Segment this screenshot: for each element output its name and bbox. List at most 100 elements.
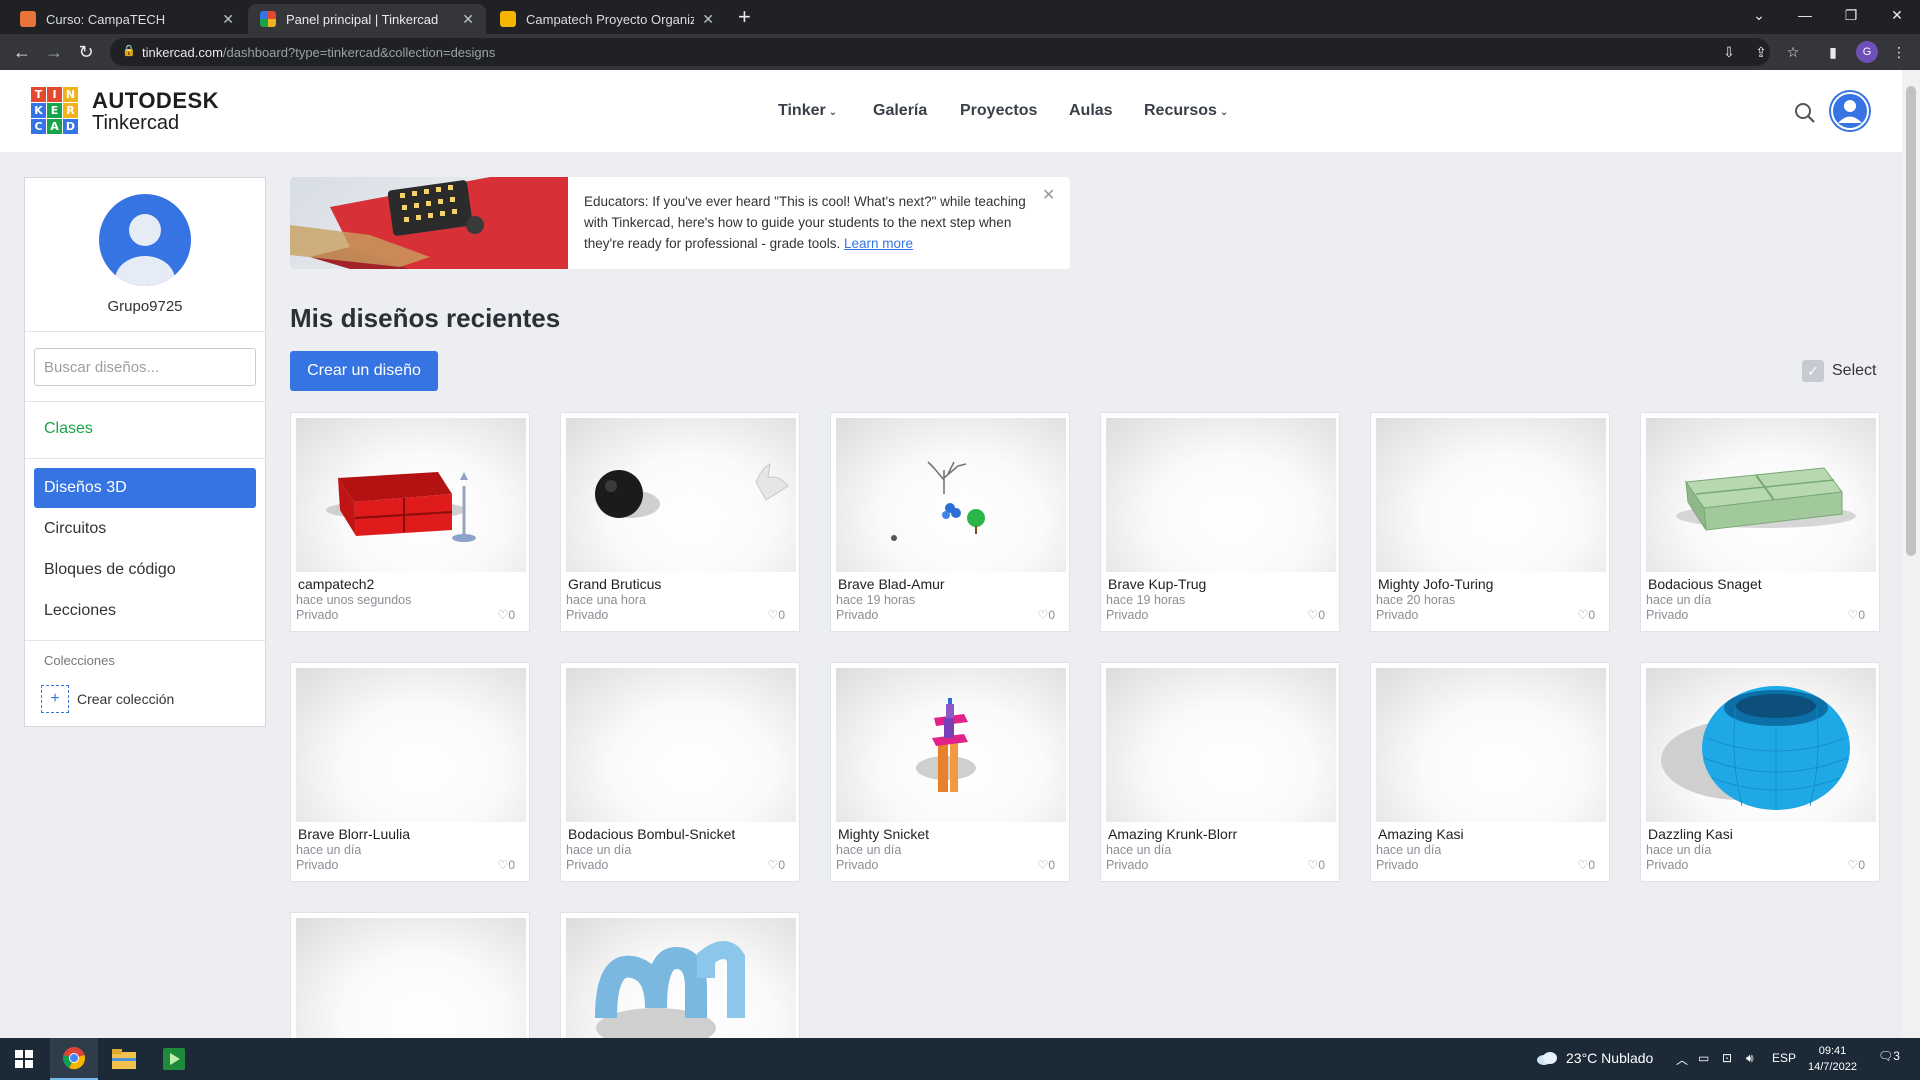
search-designs-input[interactable] (34, 348, 256, 386)
design-likes[interactable]: ♡0 (1308, 608, 1325, 622)
design-card[interactable]: Brave Blad-Amur hace 19 horas Privado ♡0 (830, 412, 1070, 632)
design-name[interactable]: Mighty Jofo-Turing (1378, 576, 1493, 592)
chrome-taskbar-icon[interactable] (50, 1038, 98, 1080)
nav-aulas[interactable]: Aulas (1069, 102, 1113, 120)
design-card[interactable]: Mighty Snicket hace un día Privado ♡0 (830, 662, 1070, 882)
side-panel-icon[interactable]: ▮ (1824, 43, 1842, 61)
design-likes[interactable]: ♡0 (1038, 858, 1055, 872)
design-thumbnail[interactable] (836, 418, 1066, 572)
design-thumbnail[interactable] (1376, 418, 1606, 572)
close-tab-icon[interactable]: ✕ (222, 11, 234, 28)
design-likes[interactable]: ♡0 (768, 608, 785, 622)
design-name[interactable]: Mighty Snicket (838, 826, 929, 842)
design-likes[interactable]: ♡0 (498, 608, 515, 622)
browser-tab-tinkercad[interactable]: Panel principal | Tinkercad ✕ (248, 4, 486, 34)
profile-username[interactable]: Grupo9725 (25, 298, 265, 315)
design-name[interactable]: campatech2 (298, 576, 374, 592)
share-icon[interactable]: ⇪ (1752, 43, 1770, 61)
design-likes[interactable]: ♡0 (1038, 608, 1055, 622)
design-likes[interactable]: ♡0 (498, 858, 515, 872)
design-name[interactable]: Bodacious Bombul-Snicket (568, 826, 735, 842)
design-card[interactable]: Mighty Jofo-Turing hace 20 horas Privado ♡0 (1370, 412, 1610, 632)
design-card[interactable]: Bodacious Snaget hace un día Privado ♡0 (1640, 412, 1880, 632)
close-tab-icon[interactable]: ✕ (702, 11, 714, 28)
close-tab-icon[interactable]: ✕ (462, 11, 474, 28)
tab-search-icon[interactable]: ⌄ (1736, 0, 1782, 30)
design-card[interactable]: campatech2 hace unos segundos Privado ♡0 (290, 412, 530, 632)
design-name[interactable]: Amazing Krunk-Blorr (1108, 826, 1237, 842)
design-likes[interactable]: ♡0 (1848, 858, 1865, 872)
close-window-icon[interactable]: ✕ (1874, 0, 1920, 30)
design-card[interactable] (290, 912, 530, 1072)
design-thumbnail[interactable] (566, 418, 796, 572)
restore-icon[interactable]: ❐ (1828, 0, 1874, 30)
create-collection-button[interactable]: + Crear colección (41, 685, 174, 713)
design-name[interactable]: Amazing Kasi (1378, 826, 1464, 842)
forward-icon[interactable]: → (42, 40, 66, 64)
search-icon[interactable] (1794, 102, 1816, 124)
sidebar-item-clases[interactable]: Clases (44, 420, 93, 438)
design-card[interactable]: Brave Kup-Trug hace 19 horas Privado ♡0 (1100, 412, 1340, 632)
design-likes[interactable]: ♡0 (1578, 858, 1595, 872)
design-name[interactable]: Brave Blad-Amur (838, 576, 945, 592)
design-card[interactable]: Brave Blorr-Luulia hace un día Privado ♡0 (290, 662, 530, 882)
install-icon[interactable]: ⇩ (1720, 43, 1738, 61)
bookmark-star-icon[interactable]: ☆ (1784, 43, 1802, 61)
network-icon[interactable]: ⊡ (1722, 1051, 1732, 1065)
address-bar[interactable]: 🔒 tinkercad.com/dashboard?type=tinkercad… (110, 38, 1770, 66)
media-player-icon[interactable] (150, 1038, 198, 1080)
close-banner-icon[interactable]: ✕ (1042, 185, 1055, 205)
design-likes[interactable]: ♡0 (1308, 858, 1325, 872)
sidebar-item-bloques-de-codigo[interactable]: Bloques de código (34, 550, 256, 590)
design-card[interactable] (560, 912, 800, 1072)
page-scrollbar[interactable] (1902, 70, 1920, 1038)
design-card[interactable]: Amazing Kasi hace un día Privado ♡0 (1370, 662, 1610, 882)
design-thumbnail[interactable] (1106, 668, 1336, 822)
design-thumbnail[interactable] (1646, 418, 1876, 572)
design-card[interactable]: Bodacious Bombul-Snicket hace un día Priva… (560, 662, 800, 882)
design-name[interactable]: Bodacious Snaget (1648, 576, 1762, 592)
select-toggle[interactable]: ✓ Select (1802, 360, 1876, 382)
sidebar-item-lecciones[interactable]: Lecciones (34, 591, 256, 631)
design-thumbnail[interactable] (1376, 668, 1606, 822)
system-clock[interactable]: 09:41 14/7/2022 (1808, 1043, 1857, 1075)
sidebar-item-disenos-3d[interactable]: Diseños 3D (34, 468, 256, 508)
design-thumbnail[interactable] (1106, 418, 1336, 572)
design-thumbnail[interactable] (836, 668, 1066, 822)
language-indicator[interactable]: ESP (1772, 1051, 1796, 1065)
browser-tab-campatech[interactable]: Curso: CampaTECH ✕ (8, 4, 246, 34)
design-name[interactable]: Brave Kup-Trug (1108, 576, 1206, 592)
design-thumbnail[interactable] (296, 668, 526, 822)
file-explorer-icon[interactable] (100, 1038, 148, 1080)
design-card[interactable]: Dazzling Kasi hace un día Privado ♡0 (1640, 662, 1880, 882)
notifications-icon[interactable]: 🗨︎3 (1878, 1049, 1900, 1063)
user-avatar[interactable] (1829, 90, 1871, 132)
scrollbar-thumb[interactable] (1906, 86, 1916, 556)
sidebar-item-circuitos[interactable]: Circuitos (34, 509, 256, 549)
create-design-button[interactable]: Crear un diseño (290, 351, 438, 391)
tinkercad-logo[interactable]: T I N K E R C A D (31, 87, 78, 134)
design-thumbnail[interactable] (296, 418, 526, 572)
profile-avatar[interactable] (99, 194, 191, 286)
learn-more-link[interactable]: Learn more (844, 236, 913, 251)
design-thumbnail[interactable] (566, 668, 796, 822)
browser-profile-avatar[interactable]: G (1856, 41, 1878, 63)
design-card[interactable]: Amazing Krunk-Blorr hace un día Privado ♡0 (1100, 662, 1340, 882)
reload-icon[interactable]: ↻ (74, 40, 98, 64)
browser-tab-campatech-proyecto[interactable]: Campatech Proyecto Organizado ✕ (488, 4, 726, 34)
design-name[interactable]: Brave Blorr-Luulia (298, 826, 410, 842)
menu-kebab-icon[interactable]: ⋮ (1890, 43, 1908, 61)
design-card[interactable]: Grand Bruticus hace una hora Privado ♡0 (560, 412, 800, 632)
design-likes[interactable]: ♡0 (768, 858, 785, 872)
windows-start-icon[interactable] (0, 1038, 48, 1080)
design-thumbnail[interactable] (1646, 668, 1876, 822)
nav-galeria[interactable]: Galería (873, 102, 927, 120)
design-likes[interactable]: ♡0 (1578, 608, 1595, 622)
new-tab-button[interactable]: + (738, 6, 751, 28)
nav-recursos[interactable]: Recursos ⌄ (1144, 102, 1228, 120)
design-likes[interactable]: ♡0 (1848, 608, 1865, 622)
nav-proyectos[interactable]: Proyectos (960, 102, 1037, 120)
tray-expand-icon[interactable]: ︿ (1676, 1051, 1688, 1068)
design-name[interactable]: Grand Bruticus (568, 576, 661, 592)
back-icon[interactable]: ← (10, 40, 34, 64)
